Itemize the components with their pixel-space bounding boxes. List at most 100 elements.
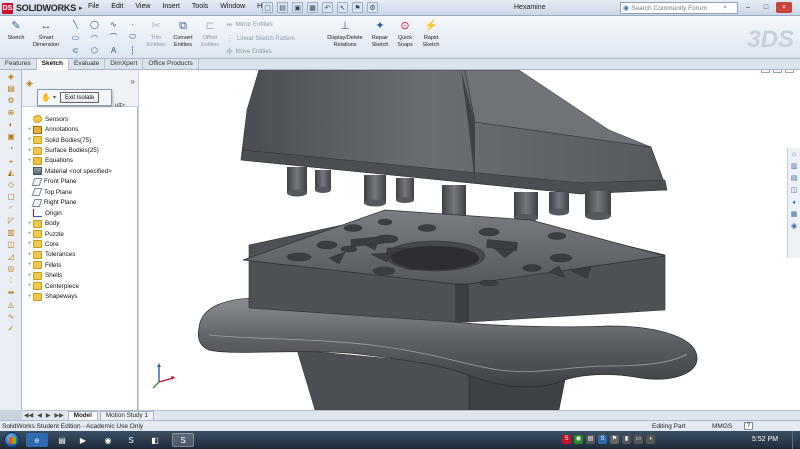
help-button[interactable]: ? <box>744 422 753 430</box>
zoom-to-fit-icon[interactable]: ⊕ <box>386 70 396 73</box>
tab-sketch[interactable]: Sketch <box>36 59 69 70</box>
chevron-down-icon[interactable]: ▾ <box>53 94 56 101</box>
expand-toggle-icon[interactable]: + <box>26 241 33 247</box>
file-explorer-icon[interactable]: ▤ <box>789 174 799 184</box>
tray-flag-icon[interactable]: ⚑ <box>610 435 619 444</box>
instant3d-icon[interactable]: ✓ <box>4 323 18 334</box>
mirror-entities-button[interactable]: ⇹ Mirror Entities <box>226 20 273 29</box>
visibility-icon[interactable]: ✋ <box>41 93 51 102</box>
move-entities-button[interactable]: ✥ Move Entities <box>226 47 272 56</box>
tree-item[interactable]: Right Plane <box>26 198 138 208</box>
tree-item[interactable]: + Centerpiece <box>26 281 138 291</box>
3d-model[interactable] <box>139 70 800 410</box>
reference-geometry-icon[interactable]: ◬ <box>4 299 18 310</box>
maximize-button[interactable]: □ <box>758 2 774 13</box>
new-document-icon[interactable]: ▢ <box>262 2 273 13</box>
tab-dimxpert[interactable]: DimXpert <box>105 59 144 70</box>
expand-toggle-icon[interactable]: + <box>26 273 33 279</box>
linear-sketch-pattern-button[interactable]: ⋮ Linear Sketch Pattern <box>226 34 295 43</box>
tree-item[interactable]: + Solid Bodies(75) <box>26 135 138 145</box>
linear-pattern-feature-icon[interactable]: ⁞ <box>4 275 18 286</box>
tree-item[interactable]: Top Plane <box>26 187 138 197</box>
tray-network-icon[interactable]: ▮ <box>622 435 631 444</box>
tree-item[interactable]: + Fillets <box>26 260 138 270</box>
tray-app-icon[interactable]: ◉ <box>574 435 583 444</box>
tab-model[interactable]: Model <box>67 411 98 420</box>
expand-toggle-icon[interactable]: + <box>26 262 33 268</box>
point-icon[interactable]: · <box>123 18 142 30</box>
section-view-icon[interactable]: ◧ <box>425 70 435 73</box>
offset-entities-button[interactable]: ⊏ Offset Entities <box>198 18 222 48</box>
search-icon[interactable]: ⌕ <box>721 4 729 12</box>
tree-item[interactable]: + Tolerances <box>26 250 138 260</box>
appearances-icon[interactable]: ◕ <box>789 198 799 208</box>
tray-printer-icon[interactable]: ▤ <box>586 435 595 444</box>
tree-item[interactable]: Origin <box>26 208 138 218</box>
first-tab-icon[interactable]: ◀◀ <box>22 412 35 419</box>
tree-item[interactable]: + Shapeways <box>26 291 138 301</box>
menu-window[interactable]: Window <box>214 3 251 10</box>
exit-isolate-button[interactable]: Exit Isolate <box>59 92 100 103</box>
taskbar-solidworks-icon[interactable]: S <box>172 433 194 447</box>
start-button[interactable] <box>4 432 20 448</box>
tree-item[interactable]: + Core <box>26 239 138 249</box>
tray-skype-icon[interactable]: S <box>598 435 607 444</box>
taskbar-chrome-icon[interactable]: ◉ <box>97 433 119 447</box>
fillet-icon[interactable]: ◜ <box>4 203 18 214</box>
quick-snaps-button[interactable]: ⊙ Quick Snaps <box>395 18 415 48</box>
arc-icon[interactable]: ◠ <box>85 31 104 43</box>
display-style-icon[interactable]: ◆ <box>451 70 461 73</box>
next-tab-icon[interactable]: ▶ <box>44 412 53 419</box>
solidworks-logo[interactable]: DS SOLIDWORKS ▸ <box>2 2 83 14</box>
extrude-icon[interactable]: ▣ <box>4 131 18 142</box>
draft-icon[interactable]: ◿ <box>4 251 18 262</box>
tray-battery-icon[interactable]: ▭ <box>634 435 643 444</box>
view-palette-icon[interactable]: ◫ <box>789 186 799 196</box>
hide-show-items-icon[interactable]: ◐ <box>464 70 474 73</box>
ellipse-icon[interactable]: ⬭ <box>123 31 142 43</box>
tab-office-products[interactable]: Office Products <box>143 59 199 70</box>
slot-icon[interactable]: ⊂ <box>66 44 85 56</box>
smart-dimension-button[interactable]: ↔ Smart Dimension <box>30 18 62 48</box>
expand-toggle-icon[interactable]: + <box>26 283 33 289</box>
circle-icon[interactable]: ◯ <box>85 18 104 30</box>
menu-tools[interactable]: Tools <box>186 3 214 10</box>
dimxpert-manager-icon[interactable]: ⊕ <box>4 107 18 118</box>
rebuild-icon[interactable]: ⚑ <box>352 2 363 13</box>
graphics-area[interactable]: ⊕ ⊞ ↺ ◧ ⬚ ◆ ◐ ● ◍ ▣ ▫ ▭ × ⌂ ▥ ▤ ◫ ◕ ▦ ◉ <box>139 70 800 410</box>
rapid-sketch-button[interactable]: ⚡ Rapid Sketch <box>419 18 443 48</box>
rib-icon[interactable]: ▥ <box>4 227 18 238</box>
feature-manager-icon[interactable]: ◈ <box>4 71 18 82</box>
last-tab-icon[interactable]: ▶▶ <box>52 412 65 419</box>
menu-edit[interactable]: Edit <box>105 3 129 10</box>
hole-wizard-icon[interactable]: ◎ <box>4 263 18 274</box>
view-orientation-icon[interactable]: ⬚ <box>438 70 448 73</box>
design-library-icon[interactable]: ▥ <box>789 162 799 172</box>
curves-icon[interactable]: ∿ <box>4 311 18 322</box>
display-manager-icon[interactable]: ◐ <box>4 119 18 130</box>
tree-item[interactable]: + Puzzle <box>26 229 138 239</box>
expand-toggle-icon[interactable]: + <box>26 294 33 300</box>
tree-item[interactable]: Sensors <box>26 114 138 124</box>
prev-tab-icon[interactable]: ◀ <box>35 412 44 419</box>
expand-toggle-icon[interactable]: + <box>26 148 33 154</box>
loft-icon[interactable]: ◭ <box>4 167 18 178</box>
property-manager-icon[interactable]: ▤ <box>4 83 18 94</box>
cut-icon[interactable]: ▢ <box>4 191 18 202</box>
boundary-icon[interactable]: ◇ <box>4 179 18 190</box>
expand-toggle-icon[interactable]: + <box>26 137 33 143</box>
viewport-close-button[interactable]: × <box>785 70 794 73</box>
close-button[interactable]: × <box>776 2 792 13</box>
expand-toggle-icon[interactable]: + <box>26 252 33 258</box>
taskbar-skype-icon[interactable]: S <box>120 433 142 447</box>
tray-volume-icon[interactable]: ◖ <box>646 435 655 444</box>
trim-entities-button[interactable]: ✂ Trim Entities <box>145 18 167 48</box>
spline-icon[interactable]: ∿ <box>104 18 123 30</box>
tray-solidworks-icon[interactable]: S <box>562 435 571 444</box>
tree-item[interactable]: + Equations <box>26 156 138 166</box>
menu-insert[interactable]: Insert <box>156 3 186 10</box>
tree-item[interactable]: + Body <box>26 218 138 228</box>
configuration-manager-icon[interactable]: ⚙ <box>4 95 18 106</box>
sketch-fillet-icon[interactable]: ⌒ <box>104 31 123 43</box>
edit-appearance-icon[interactable]: ● <box>477 70 487 73</box>
